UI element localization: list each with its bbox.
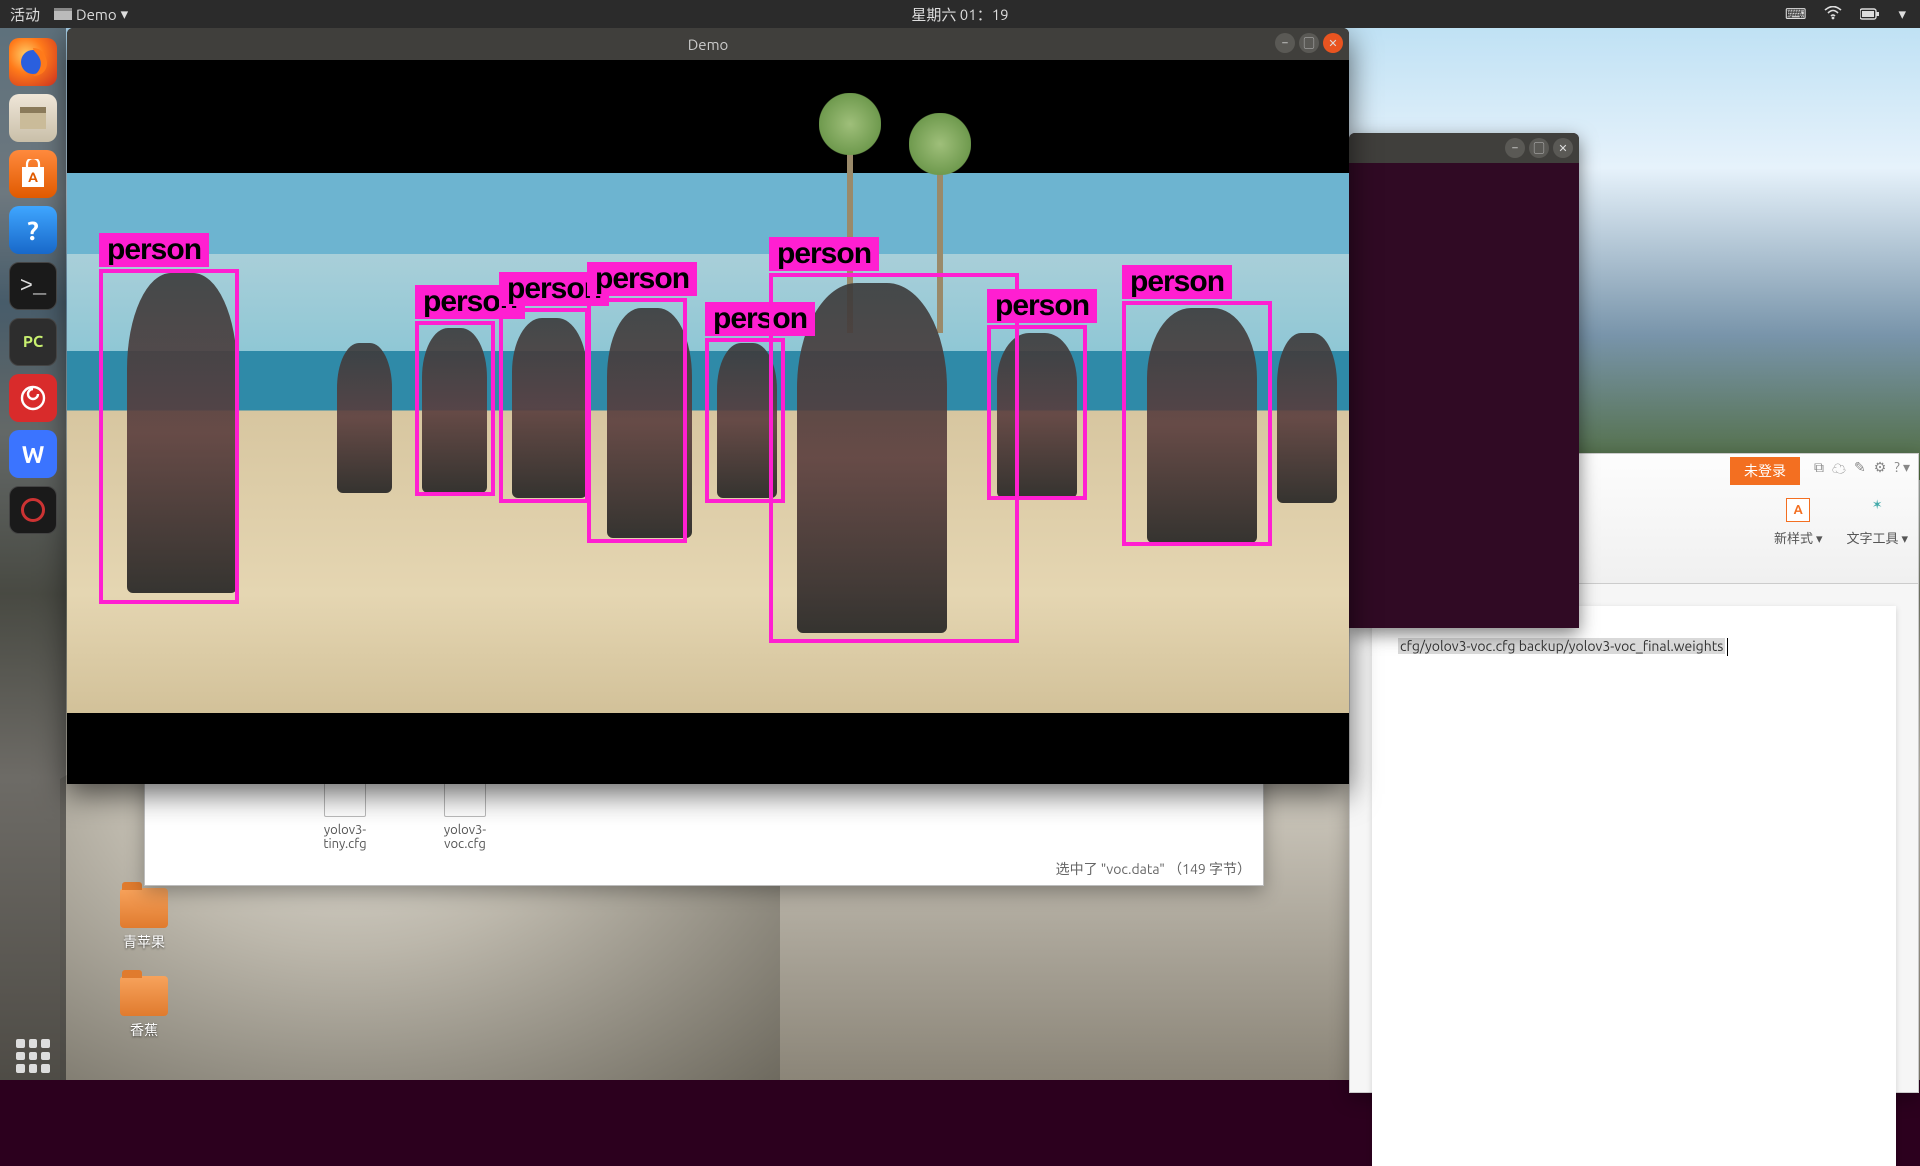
dock-wps[interactable]: W xyxy=(9,430,57,478)
dock-netease-music[interactable] xyxy=(9,374,57,422)
demo-window[interactable]: Demo – ▢ ✕ personpersonpersonpersonperso… xyxy=(67,28,1349,784)
detection-label: person xyxy=(769,237,879,271)
minimize-button[interactable]: – xyxy=(1275,33,1295,53)
app-menu[interactable]: Demo ▾ xyxy=(54,5,128,23)
folder-label: 香蕉 xyxy=(130,1022,158,1038)
svg-text:A: A xyxy=(28,169,38,185)
dock-terminal[interactable]: >_ xyxy=(9,262,57,310)
maximize-button[interactable]: ▢ xyxy=(1299,33,1319,53)
wps-help-icons: ⧉ ☁ ✎ ⚙ ? ▾ xyxy=(1814,459,1910,479)
terminal-window[interactable]: – ▢ ✕ xyxy=(1349,133,1579,628)
apps-grid-icon xyxy=(16,1039,50,1073)
folder-label: 青苹果 xyxy=(123,934,165,950)
doc-text: cfg/yolov3-voc.cfg backup/yolov3-voc_fin… xyxy=(1398,638,1725,654)
dock-show-apps[interactable] xyxy=(9,1032,57,1080)
new-style-button[interactable]: A 新样式 ▾ xyxy=(1774,498,1823,547)
new-style-icon: A xyxy=(1786,498,1810,522)
keyboard-indicator-icon[interactable]: ⌨ xyxy=(1785,5,1807,23)
firefox-icon xyxy=(16,45,50,79)
desktop-folder[interactable]: 香蕉 xyxy=(114,976,174,1040)
file-name: yolov3-voc.cfg xyxy=(444,823,486,851)
dock-software[interactable]: A xyxy=(9,150,57,198)
dock-screen-recorder[interactable] xyxy=(9,486,57,534)
pycharm-icon: PC xyxy=(23,333,43,351)
maximize-button[interactable]: ▢ xyxy=(1529,138,1549,158)
window-title: Demo xyxy=(688,36,729,53)
terminal-titlebar[interactable]: – ▢ ✕ xyxy=(1349,133,1579,163)
detection-label: person xyxy=(99,233,209,267)
battery-icon[interactable] xyxy=(1860,6,1880,23)
help-dropdown[interactable]: ? ▾ xyxy=(1894,459,1910,479)
folder-icon xyxy=(120,976,168,1016)
clock[interactable]: 星期六 01：19 xyxy=(911,4,1008,25)
top-panel: 活动 Demo ▾ 星期六 01：19 ⌨ ▾ xyxy=(0,0,1920,28)
wps-page-area[interactable]: cfg/yolov3-voc.cfg backup/yolov3-voc_fin… xyxy=(1350,584,1918,1092)
folder-icon xyxy=(120,888,168,928)
tool-label: 新样式 ▾ xyxy=(1774,528,1823,547)
detection-label: person xyxy=(1122,265,1232,299)
detection-box: person xyxy=(1122,301,1272,546)
edit-icon[interactable]: ✎ xyxy=(1854,459,1866,479)
cloud-icon[interactable]: ☁ xyxy=(1832,459,1846,479)
wps-icon: W xyxy=(22,441,45,468)
person-silhouette xyxy=(337,343,392,493)
demo-titlebar[interactable]: Demo – ▢ ✕ xyxy=(67,28,1349,60)
detection-box: person xyxy=(499,308,589,503)
files-statusbar: 选中了 "voc.data" （149 字节） xyxy=(1056,859,1251,879)
dock-pycharm[interactable]: PC xyxy=(9,318,57,366)
text-tools-icon: ✶ xyxy=(1865,498,1889,522)
activities-button[interactable]: 活动 xyxy=(10,4,40,25)
shopping-bag-icon: A xyxy=(20,159,46,189)
files-icon xyxy=(18,105,48,131)
wps-login-button[interactable]: 未登录 xyxy=(1730,457,1800,485)
person-silhouette xyxy=(1277,333,1337,503)
video-frame: personpersonpersonpersonpersonpersonpers… xyxy=(67,60,1349,784)
chevron-down-icon: ▾ xyxy=(121,5,129,23)
layout-icon[interactable]: ⧉ xyxy=(1814,459,1824,479)
detection-label: person xyxy=(987,289,1097,323)
close-button[interactable]: ✕ xyxy=(1553,138,1573,158)
dock-help[interactable]: ? xyxy=(9,206,57,254)
close-button[interactable]: ✕ xyxy=(1323,33,1343,53)
detection-label: person xyxy=(587,262,697,296)
file-name: yolov3-tiny.cfg xyxy=(323,823,366,851)
dock-firefox[interactable] xyxy=(9,38,57,86)
dock-files[interactable] xyxy=(9,94,57,142)
detection-box: person xyxy=(987,325,1087,500)
app-menu-label: Demo xyxy=(76,6,117,23)
launcher-dock: A ? >_ PC W xyxy=(0,28,66,1080)
text-cursor xyxy=(1727,638,1728,656)
detection-box: person xyxy=(99,269,239,604)
wps-document[interactable]: cfg/yolov3-voc.cfg backup/yolov3-voc_fin… xyxy=(1372,606,1896,1166)
desktop-folder[interactable]: 青苹果 xyxy=(114,888,174,952)
no-entry-icon xyxy=(21,498,45,522)
chevron-down-icon[interactable]: ▾ xyxy=(1898,5,1906,23)
window-icon xyxy=(54,8,72,20)
gear-icon[interactable]: ⚙ xyxy=(1874,459,1887,479)
minimize-button[interactable]: – xyxy=(1505,138,1525,158)
music-icon xyxy=(18,383,48,413)
tool-label: 文字工具 ▾ xyxy=(1846,528,1908,547)
help-icon: ? xyxy=(27,216,38,245)
detection-box: person xyxy=(587,298,687,543)
detection-box: person xyxy=(415,321,495,496)
detection-box: person xyxy=(769,273,1019,643)
terminal-icon: >_ xyxy=(20,274,46,299)
wifi-icon[interactable] xyxy=(1824,6,1842,23)
text-tools-button[interactable]: ✶ 文字工具 ▾ xyxy=(1846,498,1908,547)
